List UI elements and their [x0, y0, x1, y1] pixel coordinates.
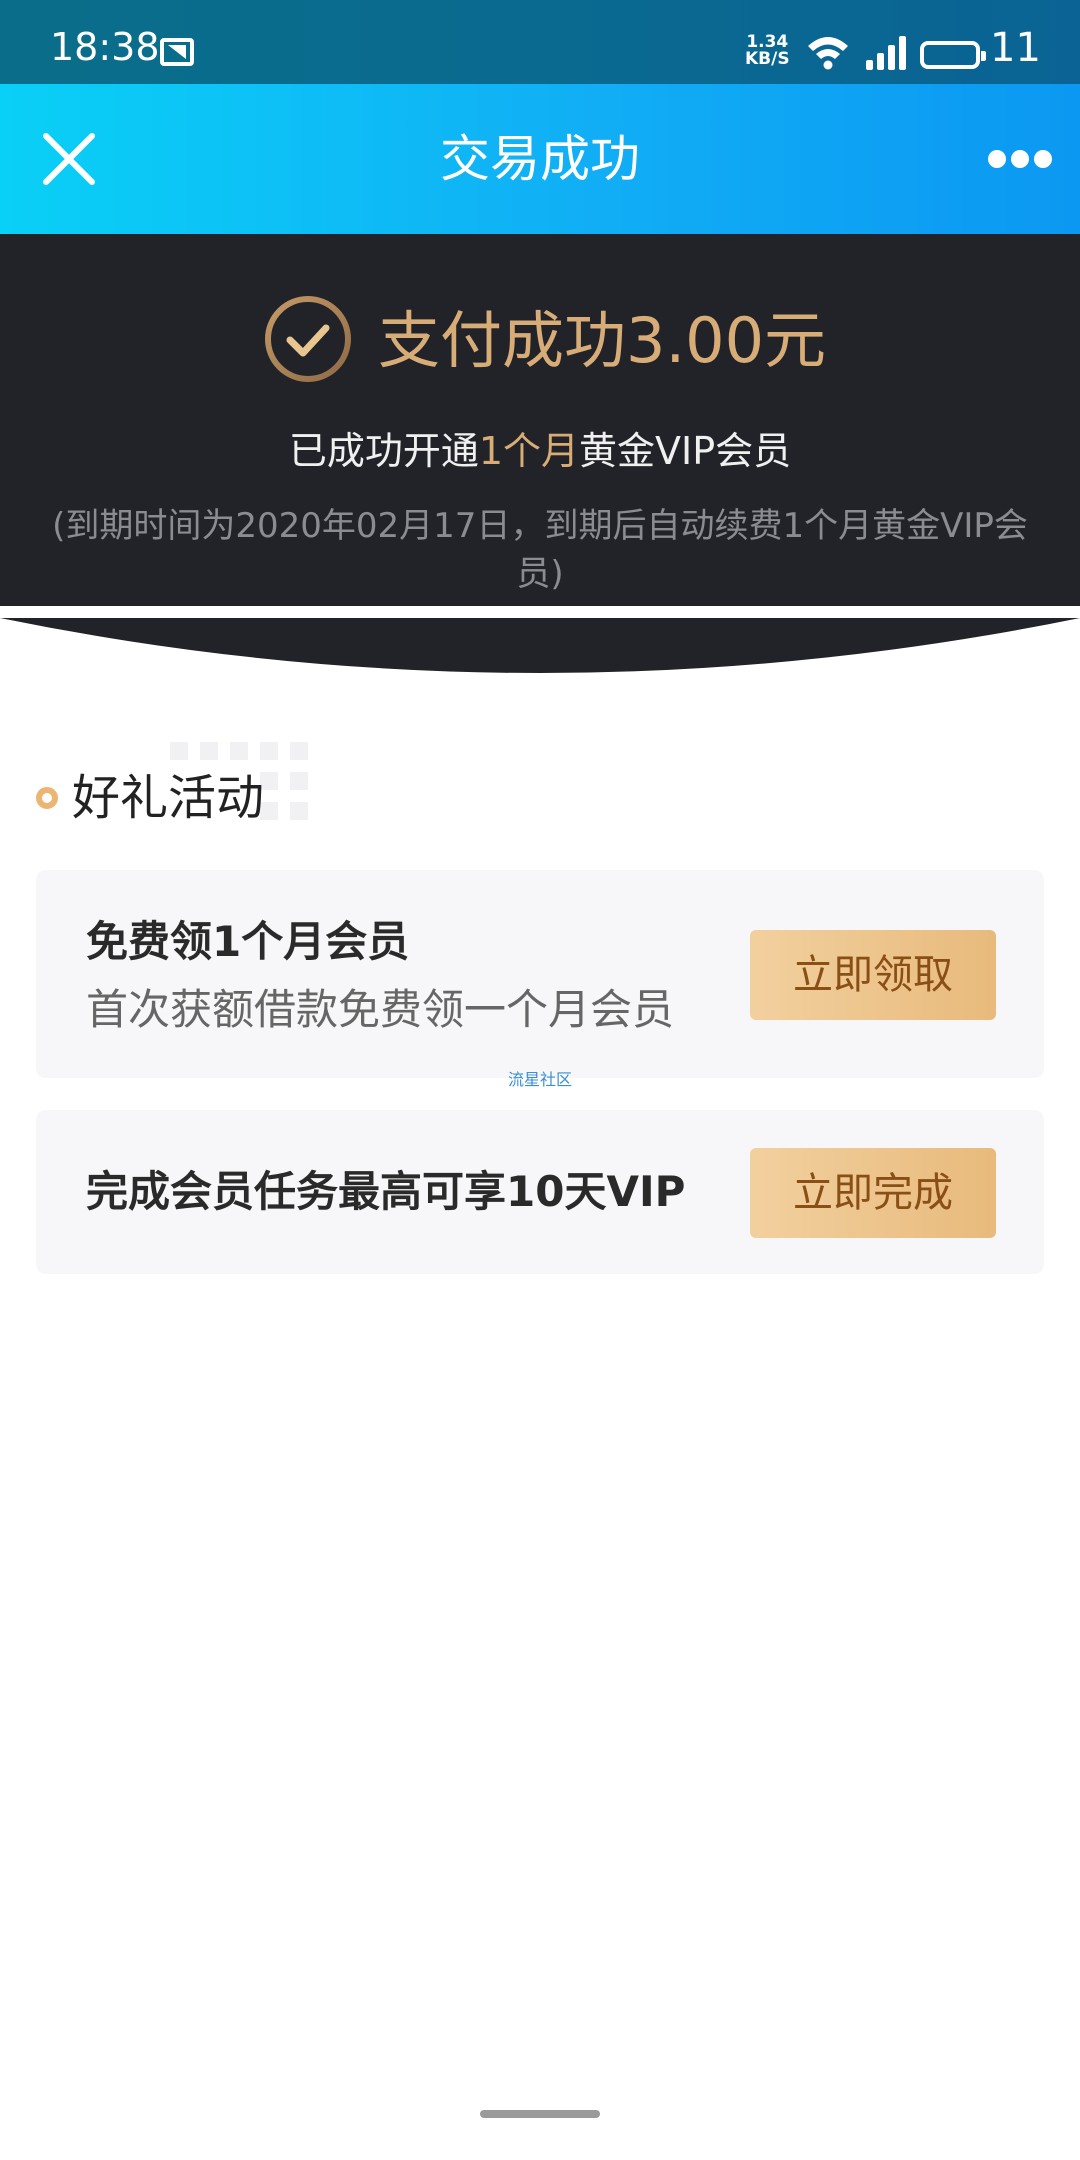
complete-now-button[interactable]: 立即完成	[750, 1148, 996, 1238]
watermark-text: 流星社区	[507, 1070, 572, 1089]
claim-now-button[interactable]: 立即领取	[750, 930, 996, 1020]
section-dot-icon	[36, 787, 58, 809]
more-icon[interactable]	[988, 150, 1052, 170]
battery-icon	[920, 41, 986, 69]
gift-card-free-month: 免费领1个月会员 首次获额借款免费领一个月会员 立即领取	[36, 870, 1044, 1078]
gift-card-vip-task: 完成会员任务最高可享10天VIP 立即完成	[36, 1110, 1044, 1274]
signal-icon	[866, 36, 906, 70]
membership-opened-text: 已成功开通1个月黄金VIP会员	[0, 426, 1080, 476]
battery-level: 11	[990, 25, 1041, 71]
status-time: 18:38	[50, 25, 160, 69]
check-circle-icon	[265, 296, 351, 382]
status-bar: 18:38 1.34 KB/S 11	[0, 0, 1080, 84]
opened-suffix: 黄金VIP会员	[579, 429, 792, 473]
nav-bar: 交易成功	[0, 84, 1080, 234]
network-speed: 1.34 KB/S	[745, 34, 790, 68]
opened-prefix: 已成功开通	[288, 429, 479, 473]
payment-result-panel: 支付成功3.00元 已成功开通1个月黄金VIP会员 (到期时间为2020年02月…	[0, 234, 1080, 606]
home-indicator[interactable]	[480, 2110, 600, 2118]
hero-arc-decoration	[0, 618, 1080, 673]
opened-duration: 1个月	[478, 429, 580, 473]
payment-success-text: 支付成功3.00元	[378, 304, 827, 377]
divider	[0, 606, 1080, 618]
card-subtitle: 首次获额借款免费领一个月会员	[86, 985, 675, 1034]
wifi-icon	[808, 37, 848, 70]
card-title: 免费领1个月会员	[86, 917, 410, 966]
expiry-note: (到期时间为2020年02月17日，到期后自动续费1个月黄金VIP会员)	[52, 506, 1028, 594]
network-speed-unit: KB/S	[745, 49, 790, 69]
section-title: 好礼活动	[72, 770, 265, 826]
notification-icon	[160, 38, 194, 66]
page-title: 交易成功	[440, 130, 640, 188]
card-title: 完成会员任务最高可享10天VIP	[86, 1167, 686, 1216]
